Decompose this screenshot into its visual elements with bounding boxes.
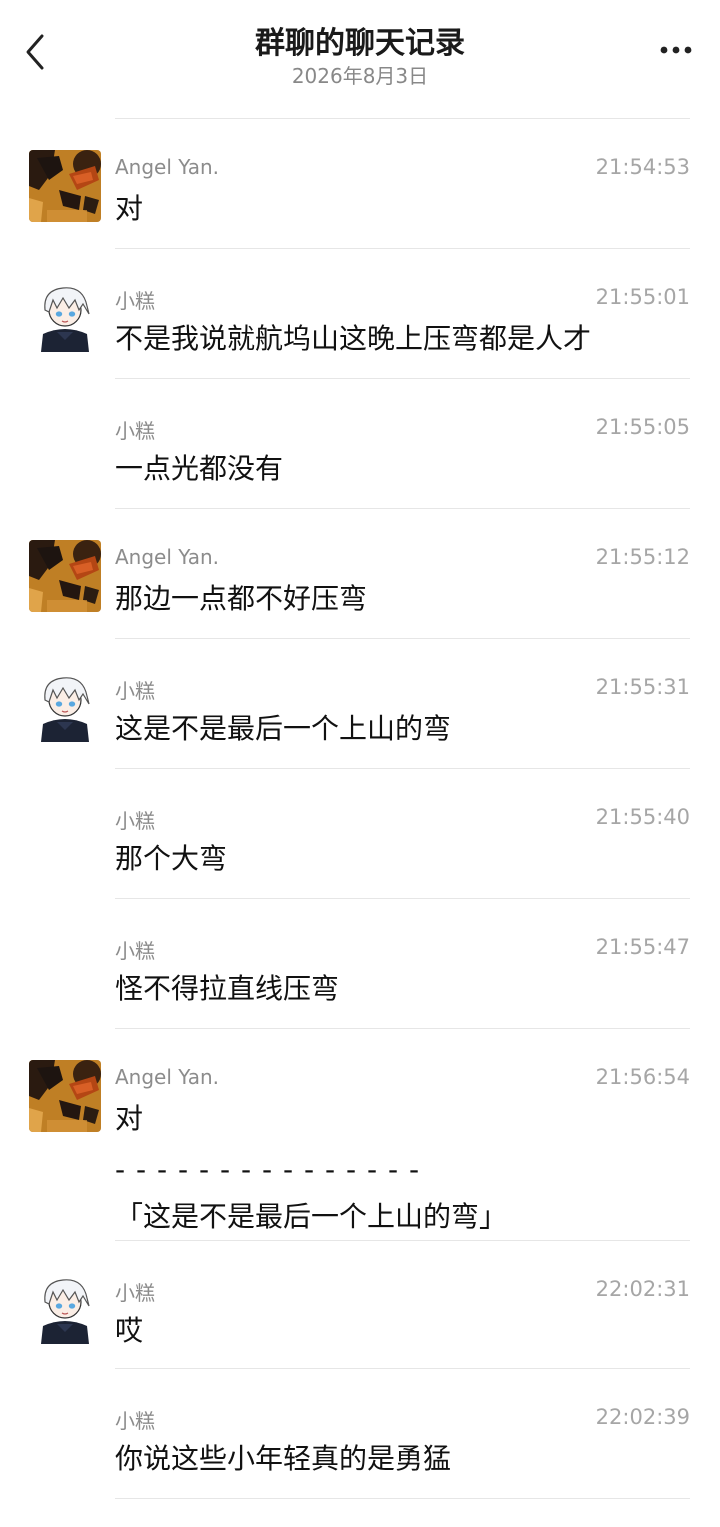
sender-name: Angel Yan. — [115, 155, 220, 179]
message-text: 那边一点都不好压弯 — [115, 582, 368, 615]
message-text: 那个大弯 — [115, 842, 228, 875]
message-item: 小糕 21:55:01 不是我说就航坞山这晚上压弯都是人才 — [0, 249, 720, 379]
message-item: 小糕 21:55:47 怪不得拉直线压弯 — [0, 899, 720, 1029]
message-time: 21:55:31 — [595, 675, 690, 699]
message-time: 21:55:40 — [595, 805, 690, 829]
message-time: 22:02:31 — [595, 1277, 690, 1301]
message-time: 21:55:01 — [595, 285, 690, 309]
message-item: 小糕 22:02:39 你说这些小年轻真的是勇猛 — [0, 1369, 720, 1499]
quoted-message: 「这是不是最后一个上山的弯」 — [115, 1200, 508, 1233]
sender-name: 小糕 — [115, 1409, 155, 1433]
avatar-angel-yan[interactable] — [29, 150, 101, 222]
sender-name: 小糕 — [115, 289, 155, 313]
more-horizontal-icon[interactable] — [658, 38, 698, 62]
message-item: Angel Yan. 21:56:54 对 - - - - - - - - - … — [0, 1029, 720, 1241]
avatar-xiaogao[interactable] — [29, 280, 101, 352]
message-item: Angel Yan. 21:54:53 对 — [0, 119, 720, 249]
message-divider — [115, 1498, 690, 1499]
sender-name: 小糕 — [115, 419, 155, 443]
message-time: 21:55:12 — [595, 545, 690, 569]
sender-name: Angel Yan. — [115, 545, 220, 569]
message-item: 小糕 21:55:31 这是不是最后一个上山的弯 — [0, 639, 720, 769]
quote-separator: - - - - - - - - - - - - - - - — [115, 1153, 421, 1186]
message-text: 对 — [115, 192, 144, 225]
message-item: Angel Yan. 21:55:12 那边一点都不好压弯 — [0, 509, 720, 639]
message-list: Angel Yan. 21:54:53 对 小糕 21:55:01 不是我说就航… — [0, 119, 720, 1499]
sender-name: 小糕 — [115, 679, 155, 703]
message-item: 小糕 21:55:40 那个大弯 — [0, 769, 720, 899]
message-text: 这是不是最后一个上山的弯 — [115, 712, 452, 745]
avatar-xiaogao[interactable] — [29, 670, 101, 742]
message-time: 21:55:47 — [595, 935, 690, 959]
message-text: 哎 — [115, 1314, 144, 1347]
message-text: 怪不得拉直线压弯 — [115, 972, 340, 1005]
sender-name: 小糕 — [115, 939, 155, 963]
message-text: 不是我说就航坞山这晚上压弯都是人才 — [115, 322, 592, 355]
message-time: 22:02:39 — [595, 1405, 690, 1429]
message-text: 一点光都没有 — [115, 452, 284, 485]
message-item: 小糕 21:55:05 一点光都没有 — [0, 379, 720, 509]
message-item: 小糕 22:02:31 哎 — [0, 1241, 720, 1369]
sender-name: 小糕 — [115, 1281, 155, 1305]
message-time: 21:56:54 — [595, 1065, 690, 1089]
avatar-angel-yan[interactable] — [29, 540, 101, 612]
avatar-xiaogao[interactable] — [29, 1272, 101, 1344]
message-time: 21:54:53 — [595, 155, 690, 179]
avatar-angel-yan[interactable] — [29, 1060, 101, 1132]
message-text: 你说这些小年轻真的是勇猛 — [115, 1442, 452, 1475]
page-date: 2026年8月3日 — [291, 64, 429, 88]
page-title: 群聊的聊天记录 — [255, 26, 465, 61]
message-text: 对 — [115, 1102, 144, 1135]
message-time: 21:55:05 — [595, 415, 690, 439]
sender-name: 小糕 — [115, 809, 155, 833]
header-bar: 群聊的聊天记录 2026年8月3日 — [0, 0, 720, 118]
sender-name: Angel Yan. — [115, 1065, 220, 1089]
